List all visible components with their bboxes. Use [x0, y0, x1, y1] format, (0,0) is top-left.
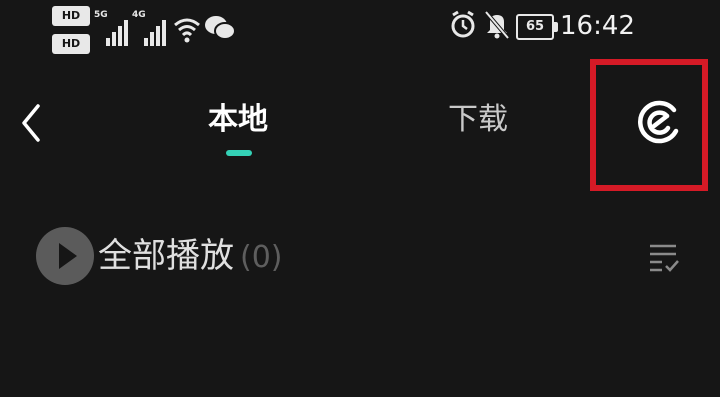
- active-tab-indicator: [226, 150, 252, 156]
- status-clock: 16:42: [560, 11, 635, 41]
- signal-icon: 5G: [94, 10, 128, 46]
- music-recognition-icon[interactable]: [634, 96, 684, 148]
- tab-download[interactable]: 下载: [448, 100, 508, 140]
- play-all-button[interactable]: 全部播放 (0): [98, 234, 283, 280]
- hd-indicators: HD HD: [52, 4, 90, 56]
- hd-badge: HD: [52, 34, 90, 54]
- play-all-label: 全部播放: [98, 236, 234, 276]
- play-all-row[interactable]: 全部播放 (0): [36, 222, 696, 296]
- wifi-icon: [174, 18, 200, 43]
- status-bar-right: 65 16:42: [450, 10, 680, 48]
- play-icon[interactable]: [36, 227, 94, 285]
- signal-generation: 4G: [132, 10, 146, 20]
- tab-local[interactable]: 本地: [208, 100, 268, 140]
- back-button[interactable]: [14, 98, 54, 148]
- hd-badge: HD: [52, 6, 90, 26]
- mute-icon: [484, 10, 510, 40]
- signal-generation: 5G: [94, 10, 108, 20]
- wechat-icon: [205, 16, 236, 40]
- alarm-icon: [451, 10, 475, 38]
- battery-indicator: 65: [516, 14, 558, 40]
- song-count: (0): [240, 240, 283, 275]
- multi-select-icon[interactable]: [646, 240, 682, 276]
- signal-icon: 4G: [132, 10, 166, 46]
- status-bar: HD HD 5G 4G 65 16:42: [0, 0, 720, 60]
- status-bar-left: HD HD 5G 4G: [52, 4, 242, 56]
